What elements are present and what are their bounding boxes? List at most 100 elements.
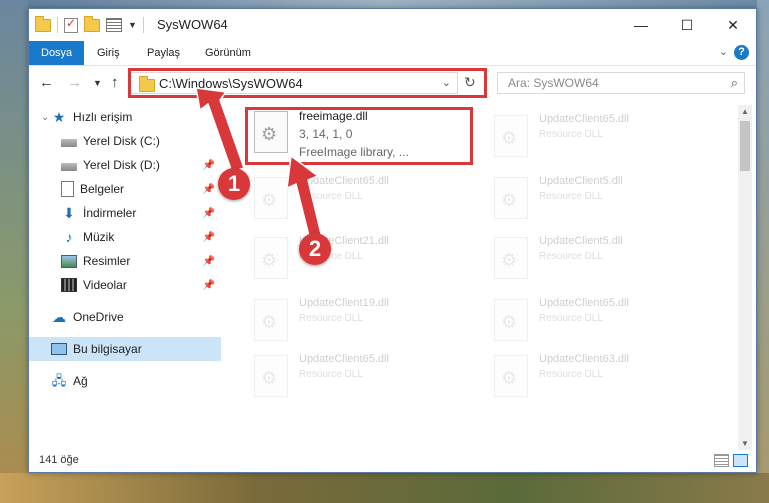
music-icon: ♪	[65, 229, 73, 245]
dll-file-icon	[254, 299, 288, 341]
search-input[interactable]: Ara: SysWOW64 ⌕	[497, 72, 745, 94]
sidebar-item-label: Hızlı erişim	[73, 110, 133, 124]
file-item[interactable]: UpdateClient65.dll Resource DLL	[244, 349, 474, 405]
maximize-button[interactable]: ☐	[664, 9, 710, 41]
file-description: Resource DLL	[539, 313, 603, 324]
properties-icon[interactable]	[64, 16, 78, 33]
dll-file-icon	[254, 177, 288, 219]
navigation-pane: ⌄ ★ Hızlı erişim Yerel Disk (C:) Yerel D…	[29, 105, 221, 445]
sidebar-item-onedrive[interactable]: ☁ OneDrive	[29, 305, 221, 329]
tab-file[interactable]: Dosya	[29, 41, 85, 65]
file-highlight-box	[245, 107, 473, 165]
pin-icon[interactable]: 📌	[203, 280, 215, 291]
sidebar-item-this-pc[interactable]: Bu bilgisayar	[29, 337, 221, 361]
expand-ribbon-icon[interactable]: ⌄	[719, 45, 728, 58]
sidebar-item-disk-d[interactable]: Yerel Disk (D:) 📌	[29, 153, 221, 177]
sidebar-item-label: Belgeler	[80, 182, 125, 196]
file-item[interactable]: UpdateClient19.dll Resource DLL	[244, 293, 474, 349]
dll-file-icon	[494, 299, 528, 341]
view-icon[interactable]	[106, 18, 122, 32]
sidebar-item-disk-c[interactable]: Yerel Disk (C:)	[29, 129, 221, 153]
title-bar: ▼ SysWOW64 — ☐ ✕	[29, 9, 756, 41]
file-name: UpdateClient65.dll	[539, 297, 629, 309]
file-name: UpdateClient5.dll	[539, 235, 623, 247]
chevron-down-icon[interactable]: ⌄	[41, 112, 49, 123]
file-name: UpdateClient65.dll	[539, 113, 629, 125]
pin-icon[interactable]: 📌	[203, 160, 215, 171]
customize-toolbar-icon[interactable]: ▼	[128, 20, 137, 30]
up-icon[interactable]: ↑	[111, 74, 119, 91]
file-item[interactable]: UpdateClient5.dll Resource DLL	[484, 171, 714, 227]
window-controls: — ☐ ✕	[618, 9, 756, 41]
file-item[interactable]: UpdateClient65.dll Resource DLL	[484, 109, 714, 165]
help-icon[interactable]: ?	[734, 45, 749, 60]
status-bar: 141 öğe	[29, 449, 756, 472]
back-icon[interactable]: ←	[39, 74, 54, 91]
divider	[142, 17, 144, 33]
dll-file-icon	[494, 177, 528, 219]
file-description: Resource DLL	[539, 191, 603, 202]
sidebar-item-label: Yerel Disk (C:)	[83, 134, 160, 148]
explorer-window: ▼ SysWOW64 — ☐ ✕ Dosya Giriş Paylaş Görü…	[28, 8, 757, 473]
scroll-thumb[interactable]	[740, 121, 750, 171]
file-item[interactable]: UpdateClient21.dll Resource DLL	[244, 231, 474, 287]
sidebar-item-pictures[interactable]: Resimler 📌	[29, 249, 221, 273]
window-title: SysWOW64	[157, 17, 228, 32]
sidebar-item-label: OneDrive	[73, 310, 124, 324]
file-description: Resource DLL	[539, 129, 603, 140]
sidebar-item-downloads[interactable]: ⬇ İndirmeler 📌	[29, 201, 221, 225]
sidebar-item-music[interactable]: ♪ Müzik 📌	[29, 225, 221, 249]
close-button[interactable]: ✕	[710, 9, 756, 41]
dll-file-icon	[254, 237, 288, 279]
sidebar-item-label: Müzik	[83, 230, 115, 244]
quick-access-toolbar: ▼	[35, 15, 144, 33]
file-description: Resource DLL	[539, 369, 603, 380]
address-highlight-box	[128, 68, 487, 98]
tab-share[interactable]: Paylaş	[147, 41, 180, 65]
file-item[interactable]: UpdateClient65.dll Resource DLL	[484, 293, 714, 349]
folder-icon[interactable]	[35, 15, 51, 32]
sidebar-item-videos[interactable]: Videolar 📌	[29, 273, 221, 297]
video-icon	[61, 278, 77, 292]
sidebar-item-documents[interactable]: Belgeler 📌	[29, 177, 221, 201]
pin-icon[interactable]: 📌	[203, 256, 215, 267]
details-view-icon[interactable]	[714, 454, 729, 467]
star-icon: ★	[52, 109, 66, 125]
file-description: Resource DLL	[299, 191, 363, 202]
sidebar-item-label: Ağ	[73, 374, 88, 388]
disk-icon	[61, 139, 77, 147]
sidebar-item-label: Yerel Disk (D:)	[83, 158, 160, 172]
item-count: 141 öğe	[39, 454, 79, 466]
forward-icon[interactable]: →	[67, 74, 82, 91]
cloud-icon: ☁	[52, 309, 66, 325]
tiles-view-icon[interactable]	[733, 454, 748, 467]
tab-view[interactable]: Görünüm	[205, 41, 251, 65]
file-item[interactable]: UpdateClient63.dll Resource DLL	[484, 349, 714, 405]
scroll-up-icon[interactable]: ▲	[741, 107, 749, 116]
file-name: UpdateClient63.dll	[539, 353, 629, 365]
file-name: UpdateClient5.dll	[539, 175, 623, 187]
file-item[interactable]: UpdateClient5.dll Resource DLL	[484, 231, 714, 287]
pictures-icon	[61, 254, 77, 268]
pin-icon[interactable]: 📌	[203, 232, 215, 243]
ribbon-tabs: Dosya Giriş Paylaş Görünüm ⌄ ?	[29, 41, 756, 66]
minimize-button[interactable]: —	[618, 9, 664, 41]
sidebar-item-quick-access[interactable]: ⌄ ★ Hızlı erişim	[29, 105, 221, 129]
scroll-down-icon[interactable]: ▼	[741, 439, 749, 448]
recent-locations-icon[interactable]: ▼	[93, 78, 102, 88]
dll-file-icon	[494, 237, 528, 279]
tab-home[interactable]: Giriş	[97, 41, 120, 65]
sidebar-item-label: Bu bilgisayar	[73, 342, 142, 356]
sidebar-item-label: Videolar	[83, 278, 127, 292]
download-icon: ⬇	[63, 205, 75, 221]
vertical-scrollbar[interactable]: ▲ ▼	[738, 105, 752, 450]
sidebar-item-label: Resimler	[83, 254, 131, 268]
new-folder-icon[interactable]	[84, 15, 100, 32]
network-icon: 🖧	[51, 373, 67, 388]
pin-icon[interactable]: 📌	[203, 208, 215, 219]
pin-icon[interactable]: 📌	[203, 184, 215, 195]
file-item[interactable]: UpdateClient65.dll Resource DLL	[244, 171, 474, 227]
dll-file-icon	[494, 355, 528, 397]
document-icon	[61, 181, 74, 197]
sidebar-item-network[interactable]: 🖧 Ağ	[29, 369, 221, 393]
